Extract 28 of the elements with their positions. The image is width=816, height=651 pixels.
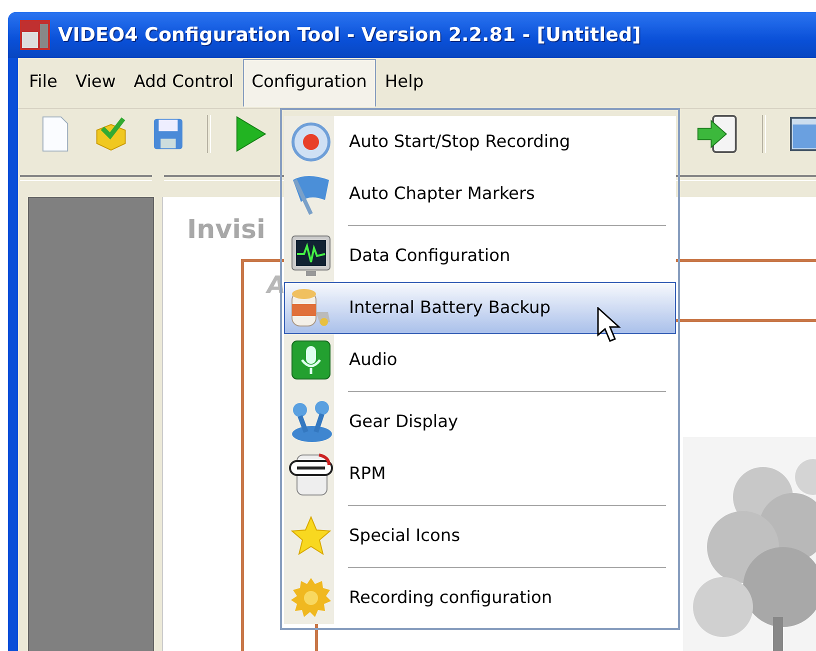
menu-item[interactable]: RPM bbox=[284, 448, 676, 500]
menu-item[interactable]: Internal Battery Backup bbox=[284, 282, 676, 334]
microphone-icon bbox=[291, 340, 331, 380]
menu-bar-item[interactable]: View bbox=[66, 59, 125, 107]
play-icon[interactable] bbox=[234, 114, 268, 154]
canvas-heading: Invisi bbox=[187, 215, 266, 245]
menu-item[interactable]: Auto Start/Stop Recording bbox=[284, 116, 676, 168]
window-title: VIDEO4 Configuration Tool - Version 2.2.81 - [Untitled] bbox=[58, 24, 641, 46]
cursor-icon bbox=[597, 307, 621, 345]
menu-item[interactable]: Audio bbox=[284, 334, 676, 386]
new-document-icon[interactable] bbox=[42, 115, 69, 153]
menu-item[interactable]: Special Icons bbox=[284, 510, 676, 562]
gauge-icon bbox=[289, 451, 333, 497]
menu-bar-item[interactable]: Add Control bbox=[124, 59, 243, 107]
import-arrow-icon[interactable] bbox=[696, 113, 738, 155]
menu-item[interactable]: Data Configuration bbox=[284, 230, 676, 282]
record-icon bbox=[291, 122, 331, 162]
menu-item[interactable]: Gear Display bbox=[284, 396, 676, 448]
gear-icon bbox=[290, 577, 332, 619]
monitor-icon bbox=[290, 234, 332, 278]
app-icon bbox=[20, 20, 50, 50]
menu-bar-item[interactable]: Help bbox=[376, 59, 433, 107]
menu-item[interactable]: Recording configuration bbox=[284, 572, 676, 624]
menu-bar-item[interactable]: File bbox=[20, 59, 66, 107]
save-icon[interactable] bbox=[152, 117, 183, 151]
menu-bar-item[interactable]: Configuration bbox=[242, 59, 376, 107]
star-icon bbox=[290, 515, 332, 557]
menu-item[interactable]: Auto Chapter Markers bbox=[284, 168, 676, 220]
